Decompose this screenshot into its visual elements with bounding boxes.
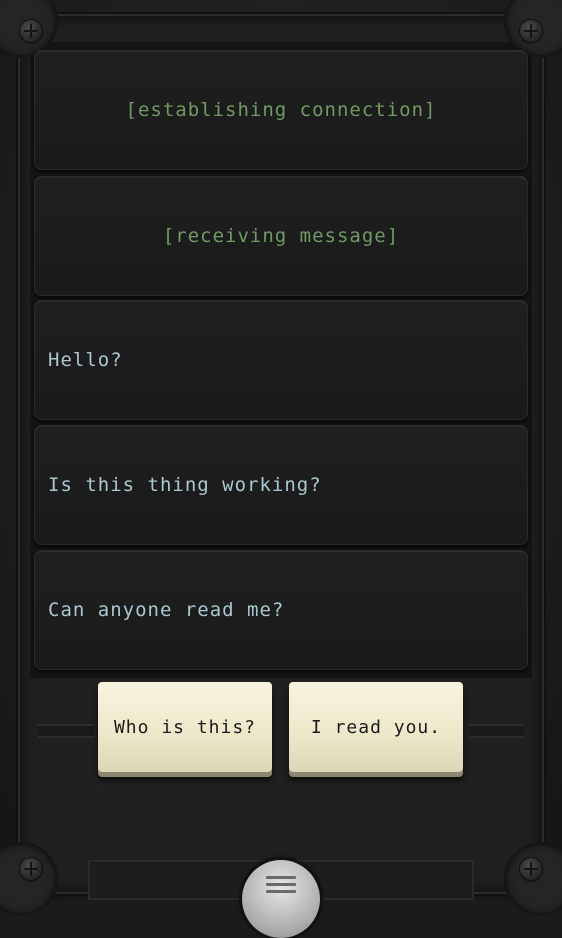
system-message: [establishing connection] [125,99,437,121]
message-panel: Hello? [34,300,528,420]
screw-icon [20,20,42,42]
decorative-rail [38,724,94,738]
message-panel: Is this thing working? [34,425,528,545]
choice-button-who-is-this[interactable]: Who is this? [98,682,272,772]
incoming-message: Can anyone read me? [48,599,285,621]
message-panel: [receiving message] [34,176,528,296]
screw-icon [520,858,542,880]
decorative-rail [470,724,524,738]
screw-icon [20,858,42,880]
message-panel: Can anyone read me? [34,550,528,670]
menu-button[interactable] [242,860,320,938]
system-message: [receiving message] [162,225,400,247]
incoming-message: Hello? [48,349,123,371]
screw-icon [520,20,542,42]
message-panel: [establishing connection] [34,50,528,170]
incoming-message: Is this thing working? [48,474,322,496]
choice-button-i-read-you[interactable]: I read you. [289,682,463,772]
